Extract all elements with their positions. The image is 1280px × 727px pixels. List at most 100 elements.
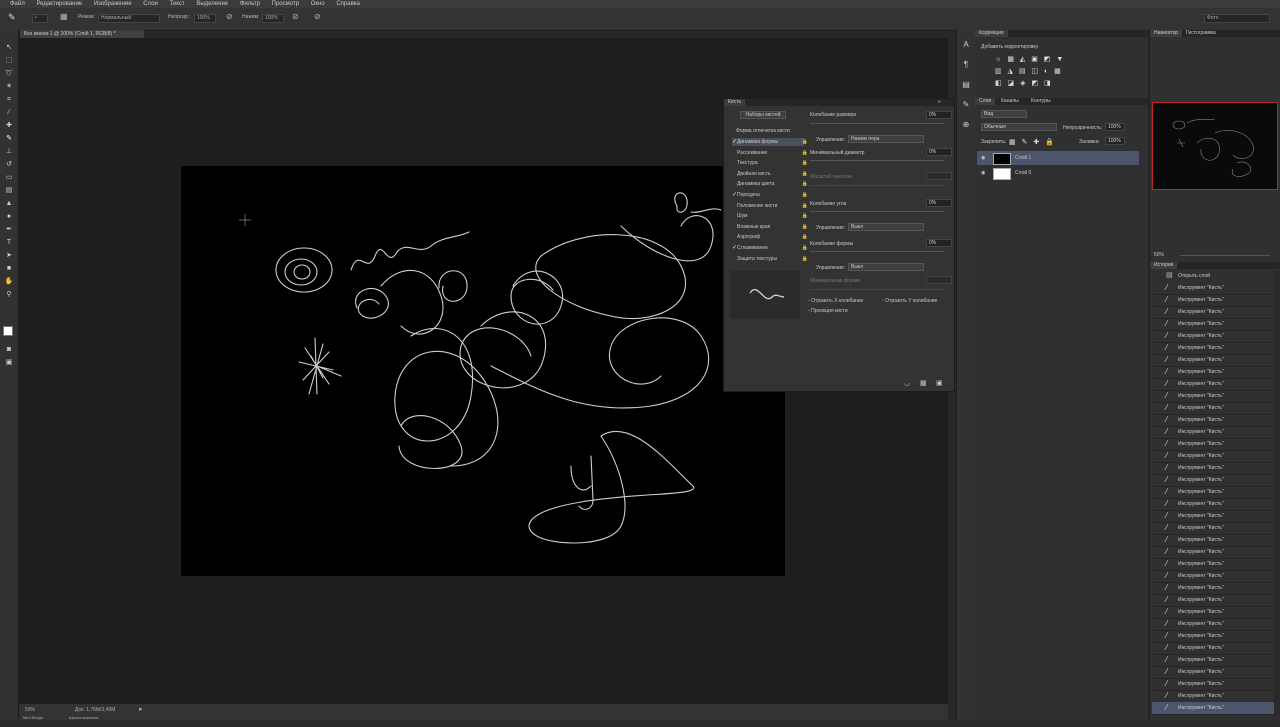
lock-icon[interactable]: 🔒: [802, 244, 808, 252]
airbrush-icon[interactable]: ⊘: [292, 12, 299, 21]
history-scrollbar[interactable]: [1274, 270, 1280, 715]
menu-filter[interactable]: Фильтр: [240, 0, 260, 8]
zoom-tool-icon[interactable]: ⚲: [4, 291, 14, 299]
character-panel-icon[interactable]: A: [961, 40, 971, 49]
mode-select[interactable]: Нормальный: [98, 14, 160, 23]
flip-x-checkbox[interactable]: ▫ Отразить X колебание: [808, 298, 863, 304]
brush-presets-icon[interactable]: ✎: [961, 100, 971, 109]
brush-option-item[interactable]: Шум 🔒: [732, 212, 808, 220]
min-diameter-slider[interactable]: [810, 160, 944, 161]
layer-row[interactable]: ◉ Слой 1: [977, 151, 1139, 165]
navigator-thumbnail[interactable]: [1152, 102, 1278, 190]
healing-brush-tool-icon[interactable]: ✚: [4, 122, 14, 130]
angle-jitter-value[interactable]: 0%: [926, 199, 952, 207]
clone-source-icon[interactable]: ⊕: [961, 120, 971, 129]
tab-layers[interactable]: Слои: [975, 98, 996, 105]
type-tool-icon[interactable]: T: [4, 239, 14, 247]
history-item[interactable]: ⁄ Инструмент "Кисть": [1152, 702, 1274, 715]
size-jitter-slider[interactable]: [810, 123, 944, 124]
lock-icon[interactable]: 🔒: [802, 255, 808, 263]
lock-icon[interactable]: 🔒: [802, 233, 808, 241]
navigator-zoom-slider[interactable]: [1180, 255, 1270, 256]
control-select-1[interactable]: Нажим пера: [848, 135, 924, 143]
lock-icon[interactable]: 🔒: [802, 159, 808, 167]
min-diameter-value[interactable]: 0%: [926, 148, 952, 156]
blur-tool-icon[interactable]: ▲: [4, 200, 14, 208]
foreground-color-swatch[interactable]: [3, 326, 13, 336]
brush-option-item[interactable]: Аэрограф 🔒: [732, 233, 808, 241]
opacity-field[interactable]: 100%: [194, 14, 216, 23]
eyedropper-tool-icon[interactable]: ⁄: [4, 109, 14, 117]
tab-history[interactable]: История: [1150, 262, 1178, 269]
adjustment-icons-grid[interactable]: ☼ ▦ ◭ ▣ ◩ ▼ ▥ ◮ ▤ ◫ ◐ ▦ ◧ ◪ ◈ ◩ ◨: [995, 54, 1085, 102]
toggle-live-tip-icon[interactable]: ◡: [904, 379, 910, 387]
tab-brush[interactable]: Кисть: [724, 99, 746, 106]
eraser-tool-icon[interactable]: ▭: [4, 174, 14, 182]
menu-edit[interactable]: Редактирование: [36, 0, 82, 8]
tab-histogram[interactable]: Гистограмма: [1182, 30, 1220, 37]
move-tool-icon[interactable]: ↖: [4, 44, 14, 52]
brush-option-item[interactable]: ✓Передача 🔒: [732, 191, 808, 199]
tilt-scale-value[interactable]: [926, 172, 952, 180]
control-select-2[interactable]: Выкл: [848, 223, 924, 231]
lock-icons[interactable]: ▦ ✎ ✚ 🔒: [1009, 138, 1056, 146]
new-preset-icon[interactable]: ▣: [936, 379, 943, 387]
document-size[interactable]: Док: 1,76M/3,49M: [75, 707, 115, 713]
menu-image[interactable]: Изображение: [94, 0, 132, 8]
min-roundness-value[interactable]: [926, 276, 952, 284]
brush-option-item[interactable]: ✓Динамика формы 🔒: [732, 138, 808, 146]
lock-icon[interactable]: 🔒: [802, 212, 808, 220]
lock-icon[interactable]: 🔒: [802, 149, 808, 157]
paragraph-panel-icon[interactable]: ¶: [961, 60, 971, 69]
status-arrow-icon[interactable]: ▸: [139, 705, 143, 713]
pressure-size-icon[interactable]: ⊘: [314, 12, 321, 21]
layer-fill-field[interactable]: 100%: [1105, 137, 1125, 145]
blend-mode-select[interactable]: Обычные: [981, 123, 1057, 131]
control-select-3[interactable]: Выкл: [848, 263, 924, 271]
layer-comps-icon[interactable]: ▤: [961, 80, 971, 89]
layer-name[interactable]: Слой 1: [1015, 155, 1031, 161]
brush-option-item[interactable]: Влажные края 🔒: [732, 223, 808, 231]
tab-navigator[interactable]: Навигатор: [1150, 30, 1183, 37]
menu-view[interactable]: Просмотр: [272, 0, 299, 8]
brush-projection-checkbox[interactable]: ▫ Проекция кисти: [808, 308, 848, 314]
document-tab[interactable]: Без имени-1 @ 100% (Слой 1, RGB/8) *: [20, 30, 144, 38]
lock-icon[interactable]: 🔒: [802, 202, 808, 210]
brush-tip-shape-title[interactable]: Форма отпечатка кисти: [736, 128, 790, 134]
lock-icon[interactable]: 🔒: [802, 138, 808, 146]
quick-mask-icon[interactable]: ◙: [4, 346, 14, 354]
layer-name[interactable]: Слой 0: [1015, 170, 1031, 176]
lock-icon[interactable]: 🔒: [802, 180, 808, 188]
menu-select[interactable]: Выделение: [196, 0, 228, 8]
screen-mode-icon[interactable]: ▣: [4, 359, 14, 367]
history-snapshot-row[interactable]: ▤ Открыть слой: [1152, 270, 1274, 280]
dodge-tool-icon[interactable]: ●: [4, 213, 14, 221]
tilt-scale-slider[interactable]: [810, 185, 944, 186]
history-brush-tool-icon[interactable]: ↺: [4, 161, 14, 169]
lock-icon[interactable]: 🔒: [802, 223, 808, 231]
roundness-jitter-slider[interactable]: [810, 251, 944, 252]
panel-collapse-icon[interactable]: »: [934, 99, 945, 106]
shape-tool-icon[interactable]: ■: [4, 265, 14, 273]
crop-tool-icon[interactable]: ⌗: [4, 96, 14, 104]
brush-presets-button[interactable]: Наборы кистей: [740, 111, 786, 119]
gradient-tool-icon[interactable]: ▤: [4, 187, 14, 195]
lock-icon[interactable]: 🔒: [802, 170, 808, 178]
menu-layers[interactable]: Слои: [143, 0, 158, 8]
brush-option-item[interactable]: Положение кисти 🔒: [732, 202, 808, 210]
brush-grid-icon[interactable]: ▦: [920, 379, 927, 387]
layer-kind-filter[interactable]: Вид: [981, 110, 1027, 118]
timeline-tab[interactable]: Шкала времени: [69, 715, 98, 720]
brush-panel-toggle-icon[interactable]: ▦: [60, 12, 68, 21]
tab-adjustments[interactable]: Коррекция: [975, 30, 1008, 37]
brush-option-item[interactable]: Рассеивание 🔒: [732, 149, 808, 157]
menu-file[interactable]: Файл: [10, 0, 25, 8]
tab-channels[interactable]: Каналы: [997, 98, 1023, 105]
navigator-zoom[interactable]: 50%: [1154, 252, 1164, 258]
minibridge-tab[interactable]: Mini Bridge: [23, 715, 43, 720]
hand-tool-icon[interactable]: ✋: [4, 278, 14, 286]
magic-wand-tool-icon[interactable]: ✶: [4, 83, 14, 91]
angle-jitter-slider[interactable]: [810, 211, 944, 212]
lock-icon[interactable]: 🔒: [802, 191, 808, 199]
canvas[interactable]: [181, 166, 785, 576]
